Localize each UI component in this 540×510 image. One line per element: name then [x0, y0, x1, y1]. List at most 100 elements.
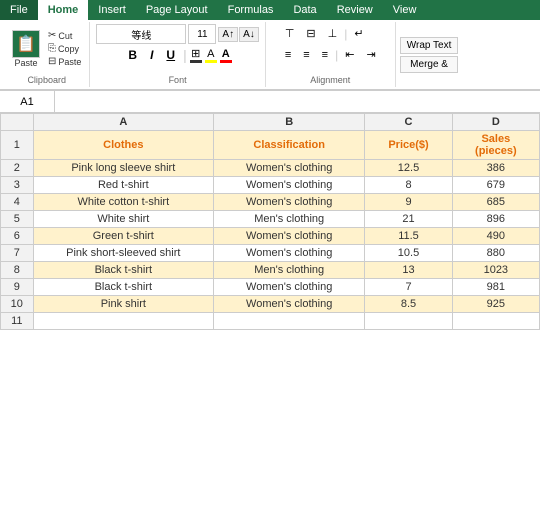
row-num-3: 3 [1, 177, 34, 194]
bold-button[interactable]: B [123, 46, 142, 64]
cell-b7[interactable]: Women's clothing [214, 245, 365, 262]
cell-d5[interactable]: 896 [452, 211, 539, 228]
col-header-a[interactable]: A [33, 114, 213, 131]
tab-home[interactable]: Home [38, 0, 89, 20]
indent-decrease-button[interactable]: ⇤ [340, 45, 359, 64]
cell-reference[interactable]: A1 [0, 91, 55, 112]
cell-a3[interactable]: Red t-shirt [33, 177, 213, 194]
divider3: | [335, 48, 338, 62]
cell-d2[interactable]: 386 [452, 160, 539, 177]
font-color-button[interactable]: A [220, 48, 232, 63]
align-center-button[interactable]: ≡ [298, 46, 314, 64]
col-header-c[interactable]: C [365, 114, 452, 131]
divider1: | [183, 47, 187, 63]
tab-pagelayout[interactable]: Page Layout [136, 0, 218, 20]
font-size-selector[interactable] [188, 24, 216, 44]
cell-a5[interactable]: White shirt [33, 211, 213, 228]
cell-b4[interactable]: Women's clothing [214, 194, 365, 211]
tab-formulas[interactable]: Formulas [218, 0, 284, 20]
cell-c4[interactable]: 9 [365, 194, 452, 211]
cell-d3[interactable]: 679 [452, 177, 539, 194]
border-color-button[interactable]: ⊞ [190, 47, 202, 63]
row-num-9: 9 [1, 279, 34, 296]
col-header-d[interactable]: D [452, 114, 539, 131]
italic-button[interactable]: I [145, 46, 158, 64]
align-middle-button[interactable]: ⊟ [301, 24, 320, 43]
paste-label: Paste [14, 58, 37, 68]
align-bottom-button[interactable]: ⊥ [323, 24, 343, 43]
align-rows: ⊤ ⊟ ⊥ | ↵ ≡ ≡ ≡ | ⇤ ⇥ [280, 24, 381, 64]
cell-b3[interactable]: Women's clothing [214, 177, 365, 194]
tab-data[interactable]: Data [283, 0, 326, 20]
cell-b6[interactable]: Women's clothing [214, 228, 365, 245]
align-right-button[interactable]: ≡ [317, 46, 333, 64]
cell-a4[interactable]: White cotton t-shirt [33, 194, 213, 211]
wrap-text-button[interactable]: Wrap Text [400, 37, 459, 54]
cell-d4[interactable]: 685 [452, 194, 539, 211]
cut-button[interactable]: ✂ Cut [46, 29, 83, 42]
cell-b8[interactable]: Men's clothing [214, 262, 365, 279]
cell-c6[interactable]: 11.5 [365, 228, 452, 245]
cell-d7[interactable]: 880 [452, 245, 539, 262]
font-color-bar [220, 60, 232, 63]
cell-a2[interactable]: Pink long sleeve shirt [33, 160, 213, 177]
cell-c5[interactable]: 21 [365, 211, 452, 228]
indent-increase-button[interactable]: ⇥ [361, 45, 380, 64]
table-row: 5 White shirt Men's clothing 21 896 [1, 211, 540, 228]
font-size-buttons: A↑ A↓ [218, 27, 258, 42]
cell-c3[interactable]: 8 [365, 177, 452, 194]
copy-button[interactable]: ⎘ Copy [46, 42, 83, 55]
table-row: 7 Pink short-sleeved shirt Women's cloth… [1, 245, 540, 262]
font-name-selector[interactable] [96, 24, 186, 44]
cell-b2[interactable]: Women's clothing [214, 160, 365, 177]
cell-c8[interactable]: 13 [365, 262, 452, 279]
cell-a8[interactable]: Black t-shirt [33, 262, 213, 279]
cell-a6[interactable]: Green t-shirt [33, 228, 213, 245]
align-top-button[interactable]: ⊤ [280, 24, 300, 43]
cell-d9[interactable]: 981 [452, 279, 539, 296]
cell-a10[interactable]: Pink shirt [33, 296, 213, 313]
alignment-group: ⊤ ⊟ ⊥ | ↵ ≡ ≡ ≡ | ⇤ ⇥ Alignment [266, 22, 396, 87]
merge-button[interactable]: Merge & [400, 56, 459, 73]
tab-insert[interactable]: Insert [88, 0, 136, 20]
row-num-10: 10 [1, 296, 34, 313]
paste-button[interactable]: 📋 Paste [10, 28, 42, 70]
cell-d8[interactable]: 1023 [452, 262, 539, 279]
cell-d1[interactable]: Sales (pieces) [452, 131, 539, 160]
cell-c10[interactable]: 8.5 [365, 296, 452, 313]
row-num-6: 6 [1, 228, 34, 245]
cell-a9[interactable]: Black t-shirt [33, 279, 213, 296]
underline-button[interactable]: U [161, 46, 180, 64]
cell-a7[interactable]: Pink short-sleeved shirt [33, 245, 213, 262]
alignment-label: Alignment [310, 75, 350, 85]
col-header-b[interactable]: B [214, 114, 365, 131]
tab-view[interactable]: View [383, 0, 427, 20]
tab-file[interactable]: File [0, 0, 38, 20]
fill-color-button[interactable]: A [205, 48, 217, 63]
cell-c1[interactable]: Price($) [365, 131, 452, 160]
cell-d11[interactable] [452, 313, 539, 330]
cell-a1[interactable]: Clothes [33, 131, 213, 160]
increase-font-button[interactable]: A↑ [218, 27, 238, 42]
align-left-button[interactable]: ≡ [280, 46, 296, 64]
cell-d6[interactable]: 490 [452, 228, 539, 245]
cell-a11[interactable] [33, 313, 213, 330]
cell-b11[interactable] [214, 313, 365, 330]
cell-c11[interactable] [365, 313, 452, 330]
row-num-5: 5 [1, 211, 34, 228]
decrease-font-button[interactable]: A↓ [239, 27, 259, 42]
cell-b5[interactable]: Men's clothing [214, 211, 365, 228]
cell-b1[interactable]: Classification [214, 131, 365, 160]
wrap-text-inline-button[interactable]: ↵ [349, 24, 368, 43]
cell-c9[interactable]: 7 [365, 279, 452, 296]
cell-c7[interactable]: 10.5 [365, 245, 452, 262]
cell-c2[interactable]: 12.5 [365, 160, 452, 177]
paste-special-button[interactable]: ⊟ Paste [46, 55, 83, 68]
cell-b10[interactable]: Women's clothing [214, 296, 365, 313]
cell-b9[interactable]: Women's clothing [214, 279, 365, 296]
corner-cell [1, 114, 34, 131]
clipboard-label: Clipboard [27, 75, 66, 85]
cell-d10[interactable]: 925 [452, 296, 539, 313]
formula-input[interactable] [55, 96, 540, 108]
tab-review[interactable]: Review [327, 0, 383, 20]
